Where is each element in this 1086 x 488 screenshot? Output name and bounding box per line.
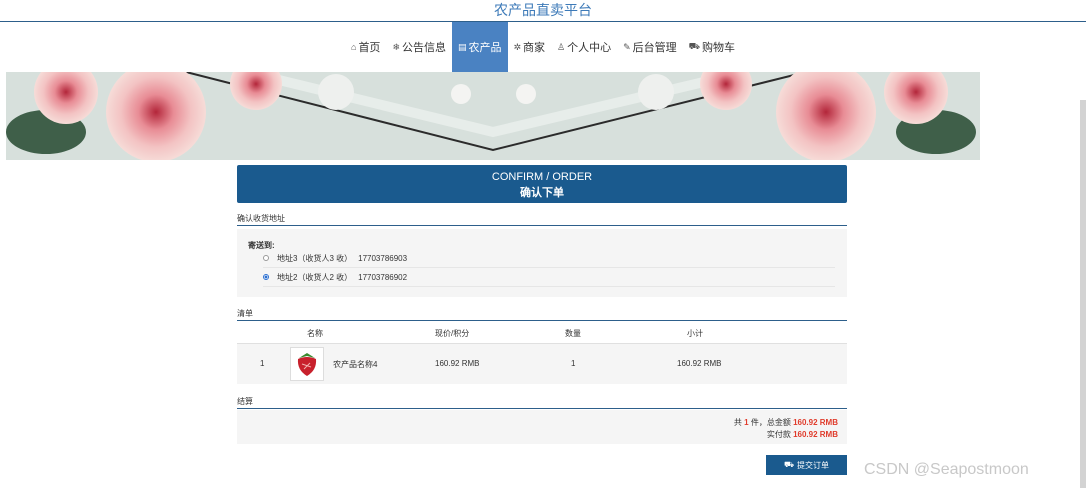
settle-box: 共 1 件，总金额 160.92 RMB 实付款 160.92 RMB	[237, 410, 847, 444]
nav-item-notice[interactable]: ❄ 公告信息	[386, 22, 452, 72]
admin-icon: ✎	[623, 41, 631, 52]
main-nav: ⌂ 首页 ❄ 公告信息 ▤ 农产品 ✲ 商家 ♙ 个人中心 ✎ 后台管理 ⛟ 购…	[0, 22, 1086, 72]
confirm-title-en: CONFIRM / ORDER	[491, 171, 593, 183]
address-option-2[interactable]: 地址2（收货人2 收） 17703786902	[263, 268, 835, 287]
address-box: 寄送到: 地址3（收货人3 收） 17703786903 地址2（收货人2 收）…	[237, 229, 847, 297]
nav-item-label: 农产品	[468, 42, 502, 54]
strawberry-icon	[297, 353, 317, 376]
total-line: 共 1 件，总金额 160.92 RMB	[734, 417, 838, 428]
product-subtotal: 160.92 RMB	[677, 359, 722, 368]
nav-item-profile[interactable]: ♙ 个人中心	[551, 22, 617, 72]
notice-icon: ❄	[392, 41, 400, 52]
address-option-3[interactable]: 地址3（收货人3 收） 17703786903	[263, 249, 835, 268]
nav-item-label: 商家	[523, 42, 546, 54]
address-phone: 17703786902	[358, 272, 408, 282]
product-icon: ▤	[457, 41, 467, 52]
page: 农产品直卖平台 ⌂ 首页 ❄ 公告信息 ▤ 农产品 ✲ 商家 ♙ 个人中心 ✎ …	[0, 0, 1086, 488]
order-table-header: 名称 现价/积分 数量 小计	[237, 323, 847, 344]
count-prefix: 共	[733, 418, 742, 427]
banner-image	[6, 72, 980, 160]
address-section-label: 确认收货地址	[237, 213, 847, 226]
settle-section-label: 结算	[237, 396, 847, 409]
confirm-title-cn: 确认下单	[520, 187, 564, 199]
table-row: 1 农产品名称4 160.92 RMB 1 160.92 RMB	[237, 344, 847, 384]
address-radio-selected[interactable]	[263, 274, 269, 280]
site-title: 农产品直卖平台	[0, 0, 1086, 22]
submit-order-button[interactable]: ⛟ 提交订单	[766, 455, 847, 475]
nav-item-home[interactable]: ⌂ 首页	[345, 22, 386, 72]
address-radio[interactable]	[263, 255, 269, 261]
user-icon: ♙	[557, 41, 566, 52]
watermark: CSDN @Seapostmoon	[864, 461, 1029, 478]
pay-amount: 160.92 RMB	[793, 430, 838, 439]
col-subtotal: 小计	[687, 329, 703, 338]
submit-label: 提交订单	[797, 460, 830, 470]
order-section-label: 清单	[237, 308, 847, 321]
merchant-icon: ✲	[513, 41, 522, 52]
nav-item-cart[interactable]: ⛟ 购物车	[683, 22, 741, 72]
pay-label: 实付款	[766, 430, 791, 439]
total-amount: 160.92 RMB	[793, 418, 838, 427]
banner-art	[6, 72, 980, 160]
nav-item-label: 后台管理	[632, 42, 677, 54]
nav-item-label: 公告信息	[401, 42, 446, 54]
cart-icon: ⛟	[688, 41, 700, 51]
cart-icon: ⛟	[783, 460, 795, 469]
col-qty: 数量	[565, 329, 581, 338]
count-suffix: 件，总金额	[750, 418, 791, 427]
col-price: 现价/积分	[435, 329, 470, 338]
item-count: 1	[744, 418, 749, 427]
nav-item-admin[interactable]: ✎ 后台管理	[617, 22, 683, 72]
product-price: 160.92 RMB	[435, 359, 480, 368]
page-scrollbar[interactable]	[1080, 100, 1086, 488]
confirm-order-header: CONFIRM / ORDER 确认下单	[237, 165, 847, 203]
address-phone: 17703786903	[358, 253, 408, 263]
nav-item-label: 个人中心	[567, 42, 612, 54]
home-icon: ⌂	[351, 42, 357, 52]
nav-item-label: 购物车	[702, 42, 735, 54]
nav-item-merchant[interactable]: ✲ 商家	[508, 22, 552, 72]
pay-line: 实付款 160.92 RMB	[767, 429, 838, 440]
product-thumbnail[interactable]	[290, 347, 324, 381]
address-label: 地址3（收货人3 收）	[277, 253, 353, 263]
address-label: 地址2（收货人2 收）	[277, 272, 353, 282]
product-name[interactable]: 农产品名称4	[333, 359, 377, 370]
col-name: 名称	[307, 329, 323, 338]
nav-item-label: 首页	[358, 42, 381, 54]
product-qty: 1	[571, 359, 576, 368]
nav-item-products[interactable]: ▤ 农产品	[451, 22, 508, 72]
row-index: 1	[260, 359, 265, 368]
